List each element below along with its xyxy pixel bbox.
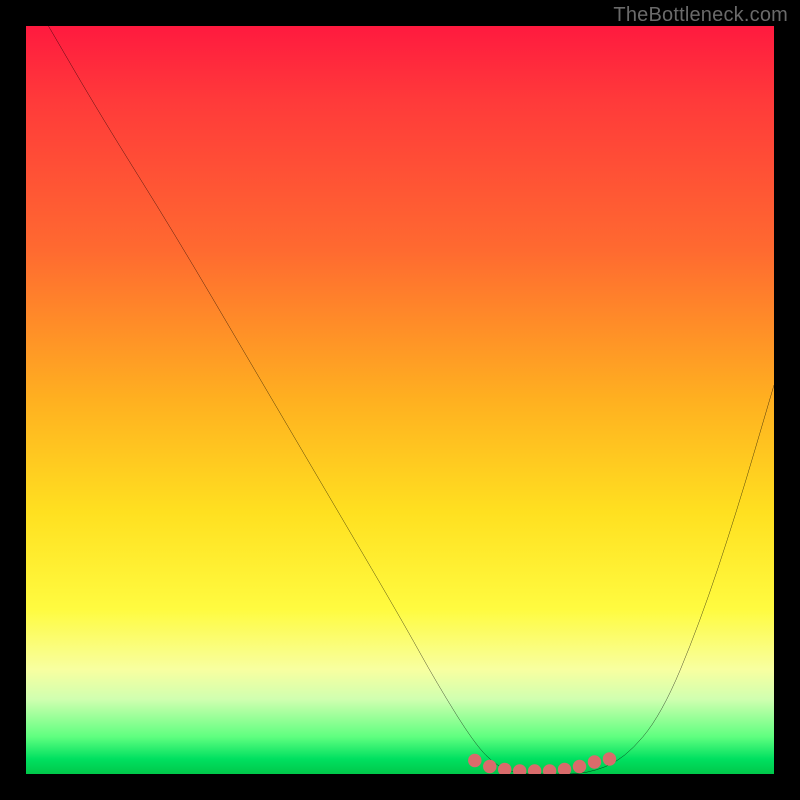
marker-dot: [498, 763, 511, 774]
flat-region-markers: [468, 752, 616, 774]
marker-dot: [468, 754, 481, 767]
marker-dot: [588, 755, 601, 768]
marker-dot: [573, 760, 586, 773]
chart-stage: TheBottleneck.com: [0, 0, 800, 800]
marker-dot: [543, 764, 556, 774]
marker-dot: [603, 752, 616, 765]
marker-dot: [528, 764, 541, 774]
marker-layer: [26, 26, 774, 774]
marker-dot: [558, 763, 571, 774]
attribution-label: TheBottleneck.com: [613, 4, 788, 27]
marker-dot: [513, 764, 526, 774]
plot-area: [26, 26, 774, 774]
marker-dot: [483, 760, 496, 773]
